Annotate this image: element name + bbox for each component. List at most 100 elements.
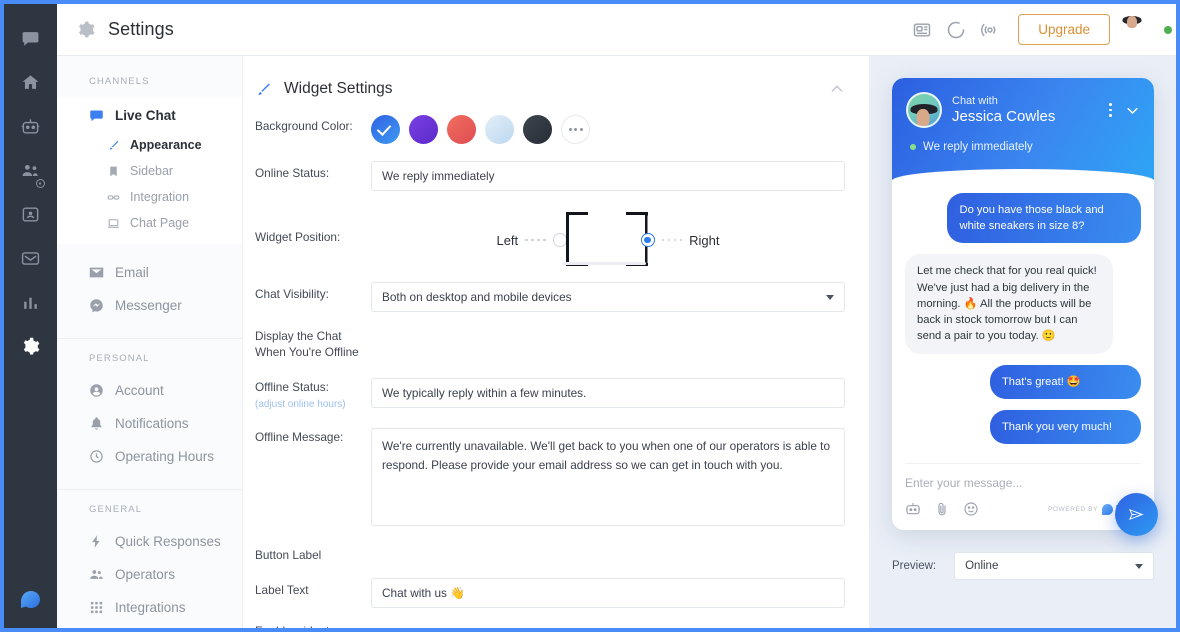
row-background-color: Background Color: — [255, 114, 845, 144]
sidebar-item-account[interactable]: Account — [57, 374, 242, 407]
preview-mode-row: Preview: Online — [892, 552, 1154, 581]
row-online-status: Online Status: — [255, 161, 845, 191]
news-icon[interactable] — [912, 20, 932, 40]
widget-status: We reply immediately — [906, 128, 1140, 169]
label-background-color: Background Color: — [255, 119, 353, 133]
send-button[interactable] — [1115, 493, 1158, 536]
bolt-icon — [89, 534, 104, 549]
message-bubble: Do you have those black and white sneake… — [947, 193, 1141, 244]
rail-item-chatbot[interactable] — [11, 104, 51, 148]
upgrade-button[interactable]: Upgrade — [1018, 14, 1110, 45]
sidebar-item-label: Notifications — [115, 416, 189, 431]
nav-heading-personal: PERSONAL — [89, 353, 150, 364]
chat-widget-preview: Chat with Jessica Cowles We reply immedi… — [892, 78, 1154, 531]
row-offline-status: Offline Status: (adjust online hours) — [255, 377, 845, 412]
widget-header-row: Chat with Jessica Cowles — [906, 92, 1140, 128]
sidebar-item-integrations[interactable]: Integrations — [57, 591, 242, 624]
field-label-text — [371, 578, 845, 609]
sidebar-item-quick-responses[interactable]: Quick Responses — [57, 525, 242, 558]
operator-names: Chat with Jessica Cowles — [952, 95, 1055, 126]
sidebar-item-label: Live Chat — [115, 108, 176, 123]
row-label-text: Label Text — [255, 578, 845, 609]
main-area: Settings Upgrade CHANNELS Live Chat Appe… — [57, 4, 1176, 628]
sidebar-item-email[interactable]: Email — [57, 256, 242, 289]
monitor-illustration-icon — [561, 212, 646, 268]
app-rail: ● — [4, 4, 57, 628]
swatch-blue[interactable] — [371, 115, 400, 144]
online-status-input[interactable] — [371, 161, 845, 191]
chevron-up-icon[interactable] — [829, 81, 845, 97]
sidebar-subitem-label: Appearance — [130, 138, 202, 152]
label-offline-message: Offline Message: — [255, 430, 344, 445]
chat-visibility-select[interactable]: Both on desktop and mobile devices — [371, 282, 845, 312]
message-input[interactable]: Enter your message... — [892, 464, 1154, 490]
preview-mode-select[interactable]: Online — [954, 552, 1154, 581]
swatch-light-blue[interactable] — [485, 115, 514, 144]
bar-chart-icon — [21, 293, 40, 312]
adjust-online-hours-link[interactable]: (adjust online hours) — [255, 398, 371, 412]
message-bubble: Let me check that for you real quick! We… — [905, 254, 1113, 354]
chat-visibility-value: Both on desktop and mobile devices — [382, 290, 572, 304]
user-avatar[interactable] — [1132, 16, 1172, 44]
chat-bubble-icon — [89, 108, 104, 123]
sidebar-item-appearance[interactable]: Appearance — [57, 132, 242, 158]
swatch-charcoal[interactable] — [523, 115, 552, 144]
loading-circle-icon[interactable] — [946, 20, 966, 40]
sidebar-item-label: Account — [115, 383, 164, 398]
label-text-input[interactable] — [371, 578, 845, 609]
swatch-more-button[interactable] — [561, 115, 590, 144]
message-list: Do you have those black and white sneake… — [892, 183, 1154, 462]
gear-icon — [21, 337, 40, 356]
sidebar-item-label: Quick Responses — [115, 534, 221, 549]
field-offline-message: We're currently unavailable. We'll get b… — [371, 428, 845, 531]
broadcast-icon[interactable] — [980, 20, 1000, 40]
topbar: Settings Upgrade — [57, 4, 1176, 56]
paperclip-icon[interactable] — [934, 501, 950, 517]
chat-bubble-icon — [21, 29, 40, 48]
robot-icon[interactable] — [905, 501, 921, 517]
widget-status-text: We reply immediately — [923, 141, 1033, 153]
sidebar-item-operators[interactable]: Operators — [57, 558, 242, 591]
grid-icon — [89, 600, 104, 615]
sidebar-item-operating-hours[interactable]: Operating Hours — [57, 440, 242, 473]
row-widget-position: Widget Position: Left Right — [255, 208, 845, 268]
dots-right — [661, 238, 683, 242]
people-icon — [89, 567, 104, 582]
sidebar-item-integration[interactable]: Integration — [57, 184, 242, 210]
position-right-radio[interactable] — [640, 233, 655, 247]
emoji-icon[interactable] — [963, 501, 979, 517]
label-chat-visibility: Chat Visibility: — [255, 287, 329, 301]
rail-item-chat[interactable] — [11, 16, 51, 60]
row-display-offline: Display the Chat When You're Offline — [255, 329, 845, 361]
offline-status-input[interactable] — [371, 377, 845, 408]
tidio-logo-icon[interactable] — [18, 586, 44, 612]
rail-item-visitors[interactable]: ● — [11, 148, 51, 192]
rail-item-settings[interactable] — [11, 324, 51, 368]
sidebar-item-chat-page[interactable]: Chat Page — [57, 210, 242, 236]
messenger-icon — [89, 298, 104, 313]
sidebar-item-sidebar[interactable]: Sidebar — [57, 158, 242, 184]
swatch-coral[interactable] — [447, 115, 476, 144]
rail-item-contacts[interactable] — [11, 192, 51, 236]
field-online-status — [371, 161, 845, 191]
sidebar-item-messenger[interactable]: Messenger — [57, 289, 242, 322]
sidebar-subitem-label: Sidebar — [130, 164, 174, 178]
chevron-down-icon[interactable] — [1125, 103, 1140, 118]
more-vertical-icon[interactable] — [1109, 103, 1112, 117]
settings-nav: CHANNELS Live Chat Appearance Sidebar In… — [57, 56, 243, 628]
position-left-radio[interactable] — [552, 233, 567, 247]
offline-message-textarea[interactable]: We're currently unavailable. We'll get b… — [371, 428, 845, 527]
contact-card-icon — [21, 205, 40, 224]
mail-inbox-icon — [21, 249, 40, 268]
widget-header: Chat with Jessica Cowles We reply immedi… — [892, 78, 1154, 183]
rail-item-home[interactable] — [11, 60, 51, 104]
brush-icon — [255, 81, 272, 98]
sidebar-item-label: Operating Hours — [115, 449, 215, 464]
swatch-purple[interactable] — [409, 115, 438, 144]
rail-item-inbox[interactable] — [11, 236, 51, 280]
widget-preview-panel: Chat with Jessica Cowles We reply immedi… — [870, 56, 1176, 628]
rail-item-analytics[interactable] — [11, 280, 51, 324]
message-bubble: Thank you very much! — [989, 409, 1141, 445]
sidebar-item-notifications[interactable]: Notifications — [57, 407, 242, 440]
sidebar-item-live-chat[interactable]: Live Chat — [57, 99, 242, 132]
